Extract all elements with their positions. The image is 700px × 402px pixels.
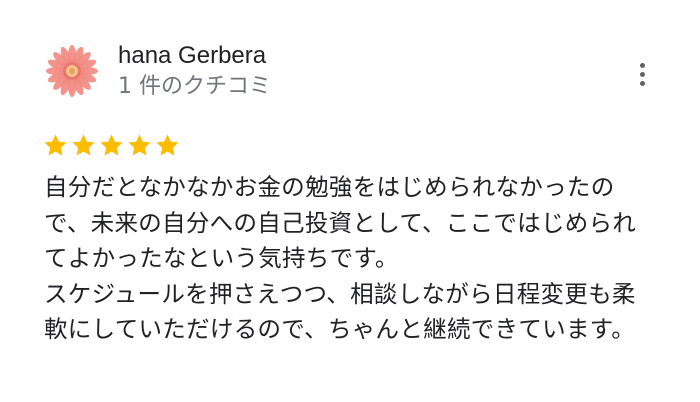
star-icon (156, 133, 179, 155)
star-icon (44, 133, 67, 155)
review-text: 自分だとなかなかお金の勉強をはじめられなかったの で、未来の自分への自己投資とし… (44, 170, 674, 348)
review-card: hana Gerbera 1 件のクチコミ 自分だとなかなかお金の勉強をはじめら… (0, 0, 700, 402)
star-rating (42, 131, 182, 159)
review-text-line: 軟にしていただけるので、ちゃんと継続できています。 (44, 315, 636, 343)
reviewer-name[interactable]: hana Gerbera (118, 40, 266, 72)
review-text-line: スケジュールを押さえつつ、相談しながら日程変更も柔 (44, 279, 636, 308)
avatar[interactable] (44, 43, 100, 99)
more-options-button[interactable] (628, 56, 656, 92)
review-text-line: てよかったなという気持ちです。 (44, 244, 399, 272)
more-vertical-icon (639, 62, 645, 68)
star-icon (128, 133, 151, 155)
more-vertical-icon-dot (639, 80, 645, 86)
review-text-line: 自分だとなかなかお金の勉強をはじめられなかったの (44, 173, 615, 201)
star-icon (100, 133, 123, 155)
star-icon (72, 133, 95, 155)
review-text-line: で、未来の自分への自己投資として、ここではじめられ (44, 208, 637, 237)
review-count[interactable]: 1 件のクチコミ (118, 72, 271, 102)
more-vertical-icon-dot (639, 71, 645, 77)
gerbera-flower-icon (46, 45, 98, 97)
